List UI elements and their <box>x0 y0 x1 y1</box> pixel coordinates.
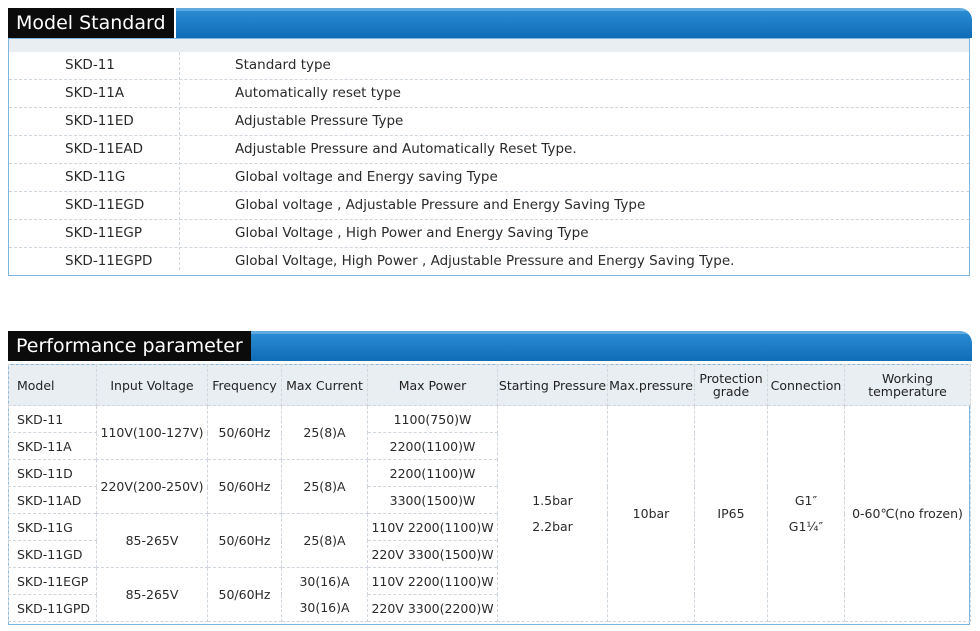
max-power-cell: 220V 3300(1500)W <box>367 540 498 568</box>
col-frequency: Frequency <box>207 364 282 406</box>
model-description: Global voltage and Energy saving Type <box>235 169 498 185</box>
current-value: 30(16)A <box>299 599 350 615</box>
model-list: SKD-11 Standard type SKD-11A Automatically … <box>9 52 969 275</box>
col-protection-grade: Protection grade <box>694 364 768 406</box>
model-cell: SKD-11EGP <box>8 567 97 595</box>
current-value: 30(16)A <box>299 573 350 589</box>
max-current-cell: 25(8)A <box>281 405 368 460</box>
model-code: SKD-11EGP <box>65 225 142 241</box>
model-standard-header: Model Standard <box>8 8 972 38</box>
max-power-cell: 1100(750)W <box>367 405 498 433</box>
model-cell: SKD-11 <box>8 405 97 433</box>
connection-value: G1¼″ <box>788 518 824 534</box>
list-item: SKD-11A Automatically reset type <box>9 79 969 107</box>
performance-table: Model Input Voltage Frequency Max Curren… <box>8 364 971 622</box>
model-description: Adjustable Pressure Type <box>235 113 404 129</box>
current-value: 25(8)A <box>303 424 346 440</box>
frequency-cell: 50/60Hz <box>207 459 282 514</box>
list-item: SKD-11EAD Adjustable Pressure and Automat… <box>9 135 969 163</box>
model-cell: SKD-11GD <box>8 540 97 568</box>
col-max-current: Max Current <box>281 364 368 406</box>
list-item: SKD-11EGPD Global Voltage, High Power , A… <box>9 247 969 275</box>
frequency-cell: 50/60Hz <box>207 567 282 622</box>
model-cell: SKD-11G <box>8 513 97 541</box>
current-value: 25(8)A <box>303 478 346 494</box>
performance-header: Performance parameter <box>8 331 972 361</box>
col-connection: Connection <box>767 364 845 406</box>
list-item: SKD-11ED Adjustable Pressure Type <box>9 107 969 135</box>
connection-cell: G1″ G1¼″ <box>767 405 845 622</box>
temp-label-2: temperature <box>868 384 947 399</box>
model-code: SKD-11A <box>65 85 125 101</box>
performance-table-container: Model Input Voltage Frequency Max Curren… <box>8 364 971 625</box>
max-current-cell: 30(16)A 30(16)A <box>281 567 368 622</box>
max-power-cell: 3300(1500)W <box>367 486 498 514</box>
max-power-cell: 2200(1100)W <box>367 432 498 460</box>
col-model: Model <box>8 364 97 406</box>
col-starting-pressure: Starting Pressure <box>497 364 608 406</box>
model-code: SKD-11EGPD <box>65 253 153 269</box>
model-description: Global voltage , Adjustable Pressure and… <box>235 197 646 213</box>
max-current-cell: 25(8)A <box>281 513 368 568</box>
pressure-value: 2.2bar <box>532 518 573 534</box>
max-power-cell: 2200(1100)W <box>367 459 498 487</box>
protection-label-2: grade <box>712 384 750 399</box>
max-pressure-cell: 10bar <box>607 405 695 622</box>
pressure-value: 1.5bar <box>532 492 573 508</box>
model-description: Global Voltage, High Power , Adjustable … <box>235 253 735 269</box>
starting-pressure-cell: 1.5bar 2.2bar <box>497 405 608 622</box>
model-cell: SKD-11AD <box>8 486 97 514</box>
connection-value: G1″ <box>794 492 818 508</box>
list-item: SKD-11EGD Global voltage , Adjustable Pre… <box>9 191 969 219</box>
col-input-voltage: Input Voltage <box>96 364 208 406</box>
col-max-power: Max Power <box>367 364 498 406</box>
model-standard-title: Model Standard <box>8 8 174 38</box>
model-code: SKD-11EGD <box>65 197 145 213</box>
col-working-temperature: Working temperature <box>844 364 971 406</box>
input-voltage-cell: 220V(200-250V) <box>96 459 208 514</box>
temperature-cell: 0-60℃(no frozen) <box>844 405 971 622</box>
table-header-row: Model Input Voltage Frequency Max Curren… <box>8 364 971 406</box>
header-bar <box>234 331 972 361</box>
model-cell: SKD-11A <box>8 432 97 460</box>
model-description: Global Voltage , High Power and Energy S… <box>235 225 589 241</box>
performance-title: Performance parameter <box>8 331 251 361</box>
col-max-pressure: Max.pressure <box>607 364 695 406</box>
model-description: Standard type <box>235 57 331 73</box>
list-item: SKD-11 Standard type <box>9 52 969 79</box>
input-voltage-cell: 85-265V <box>96 567 208 622</box>
model-code: SKD-11ED <box>65 113 134 129</box>
protection-cell: IP65 <box>694 405 768 622</box>
max-power-cell: 110V 2200(1100)W <box>367 513 498 541</box>
model-code: SKD-11EAD <box>65 141 144 157</box>
input-voltage-cell: 85-265V <box>96 513 208 568</box>
model-code: SKD-11G <box>65 169 126 185</box>
model-cell: SKD-11D <box>8 459 97 487</box>
max-current-cell: 25(8)A <box>281 459 368 514</box>
model-code: SKD-11 <box>65 57 115 73</box>
header-bar <box>176 8 972 38</box>
model-cell: SKD-11GPD <box>8 594 97 622</box>
model-standard-table: SKD-11 Standard type SKD-11A Automatically … <box>8 38 970 276</box>
max-power-cell: 110V 2200(1100)W <box>367 567 498 595</box>
frequency-cell: 50/60Hz <box>207 405 282 460</box>
max-power-cell: 220V 3300(2200)W <box>367 594 498 622</box>
model-description: Adjustable Pressure and Automatically Re… <box>235 141 577 157</box>
table-top-band <box>9 39 969 52</box>
model-description: Automatically reset type <box>235 85 401 101</box>
table-row: SKD-11 110V(100-127V) 50/60Hz 25(8)A 1100(75… <box>8 405 971 622</box>
frequency-cell: 50/60Hz <box>207 513 282 568</box>
list-item: SKD-11EGP Global Voltage , High Power and… <box>9 219 969 247</box>
current-value: 25(8)A <box>303 532 346 548</box>
input-voltage-cell: 110V(100-127V) <box>96 405 208 460</box>
list-item: SKD-11G Global voltage and Energy saving … <box>9 163 969 191</box>
